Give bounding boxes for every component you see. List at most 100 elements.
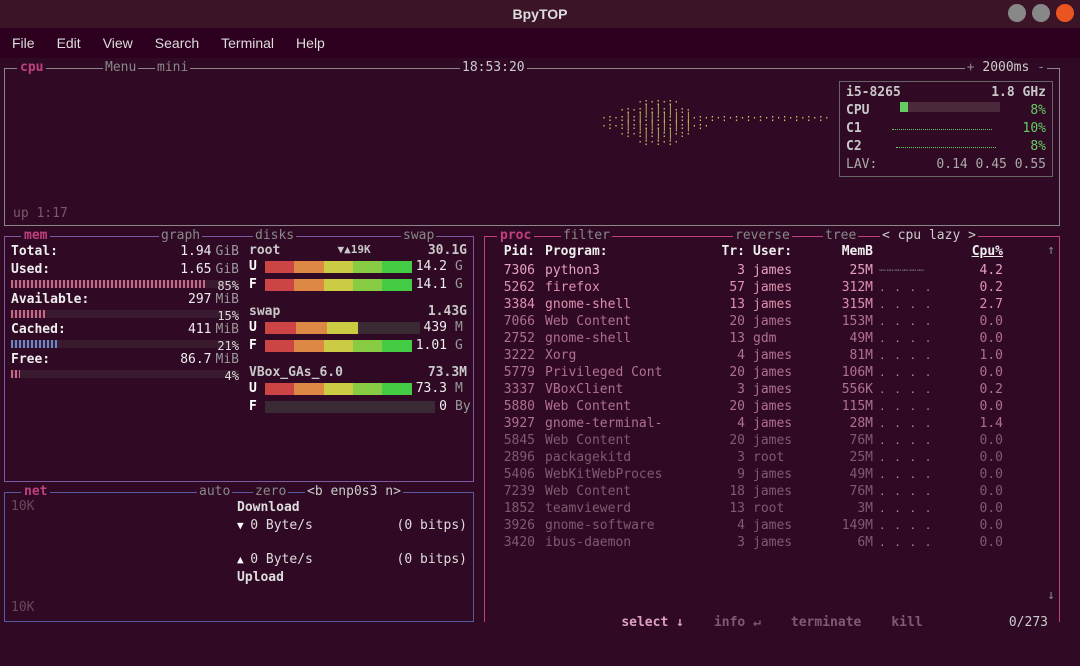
cpu-total-pct: 8% <box>1030 102 1046 120</box>
table-row[interactable]: 3926gnome-software4james149M. . . .0.0 <box>491 517 1037 534</box>
table-row[interactable]: 5845Web Content20james76M. . . .0.0 <box>491 432 1037 449</box>
menu-view[interactable]: View <box>103 35 133 51</box>
cpu-c2-label: C2 <box>846 138 862 156</box>
net-upload-label: Upload <box>237 569 284 587</box>
table-row[interactable]: 3420ibus-daemon3james6M. . . .0.0 <box>491 534 1037 551</box>
mem-panel-label: mem <box>21 228 50 243</box>
mem-cached-key: Cached: <box>11 321 66 339</box>
disk-swap-name: swap <box>249 304 280 319</box>
proc-kill-action[interactable]: kill <box>888 615 925 630</box>
cpu-uptime: up 1:17 <box>13 206 68 221</box>
window-controls <box>1008 4 1074 22</box>
table-row[interactable]: 3384gnome-shell13james315M. . . .2.7 <box>491 296 1037 313</box>
proc-info-action[interactable]: info ↵ <box>711 615 764 630</box>
window-titlebar: BpyTOP <box>0 0 1080 28</box>
mem-stats: Total:1.94GiB Used:1.65GiB 85% Available… <box>11 243 239 381</box>
cpu-refresh[interactable]: + 2000ms - <box>965 60 1047 75</box>
terminal-area: cpu Menu mini 18:53:20 + 2000ms - up 1:1… <box>0 58 1080 666</box>
proc-filter-label[interactable]: filter <box>561 228 612 243</box>
proc-panel-label: proc <box>497 228 534 243</box>
cpu-graph: ·:·:·:· ·:·:│:│:│·:· ·:·:│:│:│:│:│:│·:·:… <box>595 99 820 179</box>
cpu-c1-label: C1 <box>846 120 862 138</box>
proc-count: 0/273 <box>1006 615 1051 630</box>
minimize-button[interactable] <box>1008 4 1026 22</box>
table-row[interactable]: 3222Xorg4james81M. . . .1.0 <box>491 347 1037 364</box>
table-row[interactable]: 5880Web Content20james115M. . . .0.0 <box>491 398 1037 415</box>
net-iface[interactable]: <b enp0s3 n> <box>305 484 403 499</box>
menu-help[interactable]: Help <box>296 35 325 51</box>
disk-vbox-name: VBox_GAs_6.0 <box>249 365 343 380</box>
cpu-panel: cpu Menu mini 18:53:20 + 2000ms - up 1:1… <box>4 68 1060 226</box>
table-row[interactable]: 3337VBoxClient3james556K. . . .0.2 <box>491 381 1037 398</box>
menu-file[interactable]: File <box>12 35 35 51</box>
mem-total-key: Total: <box>11 243 58 261</box>
net-scale-top: 10K <box>11 499 34 514</box>
window-title: BpyTOP <box>513 6 568 22</box>
mem-panel: mem graph disks swap Total:1.94GiB Used:… <box>4 236 474 482</box>
mem-graph-label[interactable]: graph <box>159 228 202 243</box>
proc-header-row: Pid: Program: Tr: User: MemB Cpu% <box>491 243 1037 262</box>
table-row[interactable]: 5262firefox57james312M. . . .0.2 <box>491 279 1037 296</box>
cpu-freq: 1.8 GHz <box>991 84 1046 102</box>
net-stats: Download ▼ 0 Byte/s(0 bitps) ▲ 0 Byte/s(… <box>237 499 467 587</box>
net-scale-bottom: 10K <box>11 600 34 615</box>
cpu-panel-label: cpu <box>17 60 46 75</box>
proc-tree-label[interactable]: tree <box>823 228 858 243</box>
proc-panel: proc filter reverse tree < cpu lazy > Pi… <box>484 236 1060 622</box>
net-auto-label[interactable]: auto <box>197 484 232 499</box>
proc-select-action[interactable]: select ↓ <box>618 615 687 630</box>
cpu-lav-values: 0.14 0.45 0.55 <box>936 156 1046 174</box>
proc-footer: select ↓ info ↵ terminate kill <box>485 615 1059 630</box>
cpu-c1-bar <box>892 120 992 130</box>
mem-cached-bar: 21% <box>11 340 239 348</box>
table-row[interactable]: 7239Web Content18james76M. . . .0.0 <box>491 483 1037 500</box>
cpu-stats-box: i5-8265 1.8 GHz CPU 8% C1 10% C2 8% LAV:… <box>839 81 1053 177</box>
upload-icon: ▲ <box>237 553 250 566</box>
scroll-down-icon[interactable]: ↓ <box>1047 588 1055 603</box>
mem-swap-label[interactable]: swap <box>401 228 436 243</box>
mem-free-key: Free: <box>11 351 50 369</box>
menu-search[interactable]: Search <box>155 35 199 51</box>
cpu-mini-label[interactable]: mini <box>155 60 190 75</box>
table-row[interactable]: 2752gnome-shell13gdm49M. . . .0.0 <box>491 330 1037 347</box>
menu-edit[interactable]: Edit <box>57 35 81 51</box>
close-button[interactable] <box>1056 4 1074 22</box>
mem-avail-key: Available: <box>11 291 89 309</box>
disk-stats: root▼▲19K30.1G U14.2G F14.1G swap1.43G U… <box>249 243 467 416</box>
table-row[interactable]: 2896packagekitd3root25M. . . .0.0 <box>491 449 1037 466</box>
proc-table: Pid: Program: Tr: User: MemB Cpu% 7306py… <box>491 243 1037 603</box>
refresh-plus-icon[interactable]: + <box>967 60 975 75</box>
cpu-clock: 18:53:20 <box>460 60 527 75</box>
mem-used-key: Used: <box>11 261 50 279</box>
cpu-c2-pct: 8% <box>1030 138 1046 156</box>
menubar: File Edit View Search Terminal Help <box>0 28 1080 58</box>
table-row[interactable]: 7066Web Content20james153M. . . .0.0 <box>491 313 1037 330</box>
proc-terminate-action[interactable]: terminate <box>788 615 864 630</box>
scroll-up-icon[interactable]: ↑ <box>1047 243 1055 258</box>
proc-scrollbar[interactable]: ↑ ↓ <box>1047 243 1055 603</box>
download-icon: ▼ <box>237 519 250 532</box>
refresh-minus-icon[interactable]: - <box>1037 60 1045 75</box>
disk-root-name: root <box>249 243 280 258</box>
cpu-c1-pct: 10% <box>1023 120 1046 138</box>
net-zero-label[interactable]: zero <box>253 484 288 499</box>
proc-sort-label[interactable]: < cpu lazy > <box>880 228 978 243</box>
cpu-menu-label[interactable]: Menu <box>103 60 138 75</box>
proc-reverse-label[interactable]: reverse <box>733 228 792 243</box>
mem-used-bar: 85% <box>11 280 239 288</box>
menu-terminal[interactable]: Terminal <box>221 35 274 51</box>
table-row[interactable]: 1852teamviewerd13root3M. . . .0.0 <box>491 500 1037 517</box>
cpu-lav-label: LAV: <box>846 156 877 174</box>
net-panel: net auto zero <b enp0s3 n> 10K 10K Downl… <box>4 492 474 622</box>
mem-disks-label: disks <box>253 228 296 243</box>
maximize-button[interactable] <box>1032 4 1050 22</box>
mem-free-bar: 4% <box>11 370 239 378</box>
table-row[interactable]: 3927gnome-terminal-4james28M. . . .1.4 <box>491 415 1037 432</box>
table-row[interactable]: 5406WebKitWebProces9james49M. . . .0.0 <box>491 466 1037 483</box>
table-row[interactable]: 7306python33james25M┈┈┈┈┈┈4.2 <box>491 262 1037 279</box>
proc-rows: 7306python33james25M┈┈┈┈┈┈4.25262firefox… <box>491 262 1037 551</box>
cpu-c2-bar <box>896 138 996 148</box>
net-download-label: Download <box>237 499 300 517</box>
mem-avail-bar: 15% <box>11 310 239 318</box>
table-row[interactable]: 5779Privileged Cont20james106M. . . .0.0 <box>491 364 1037 381</box>
